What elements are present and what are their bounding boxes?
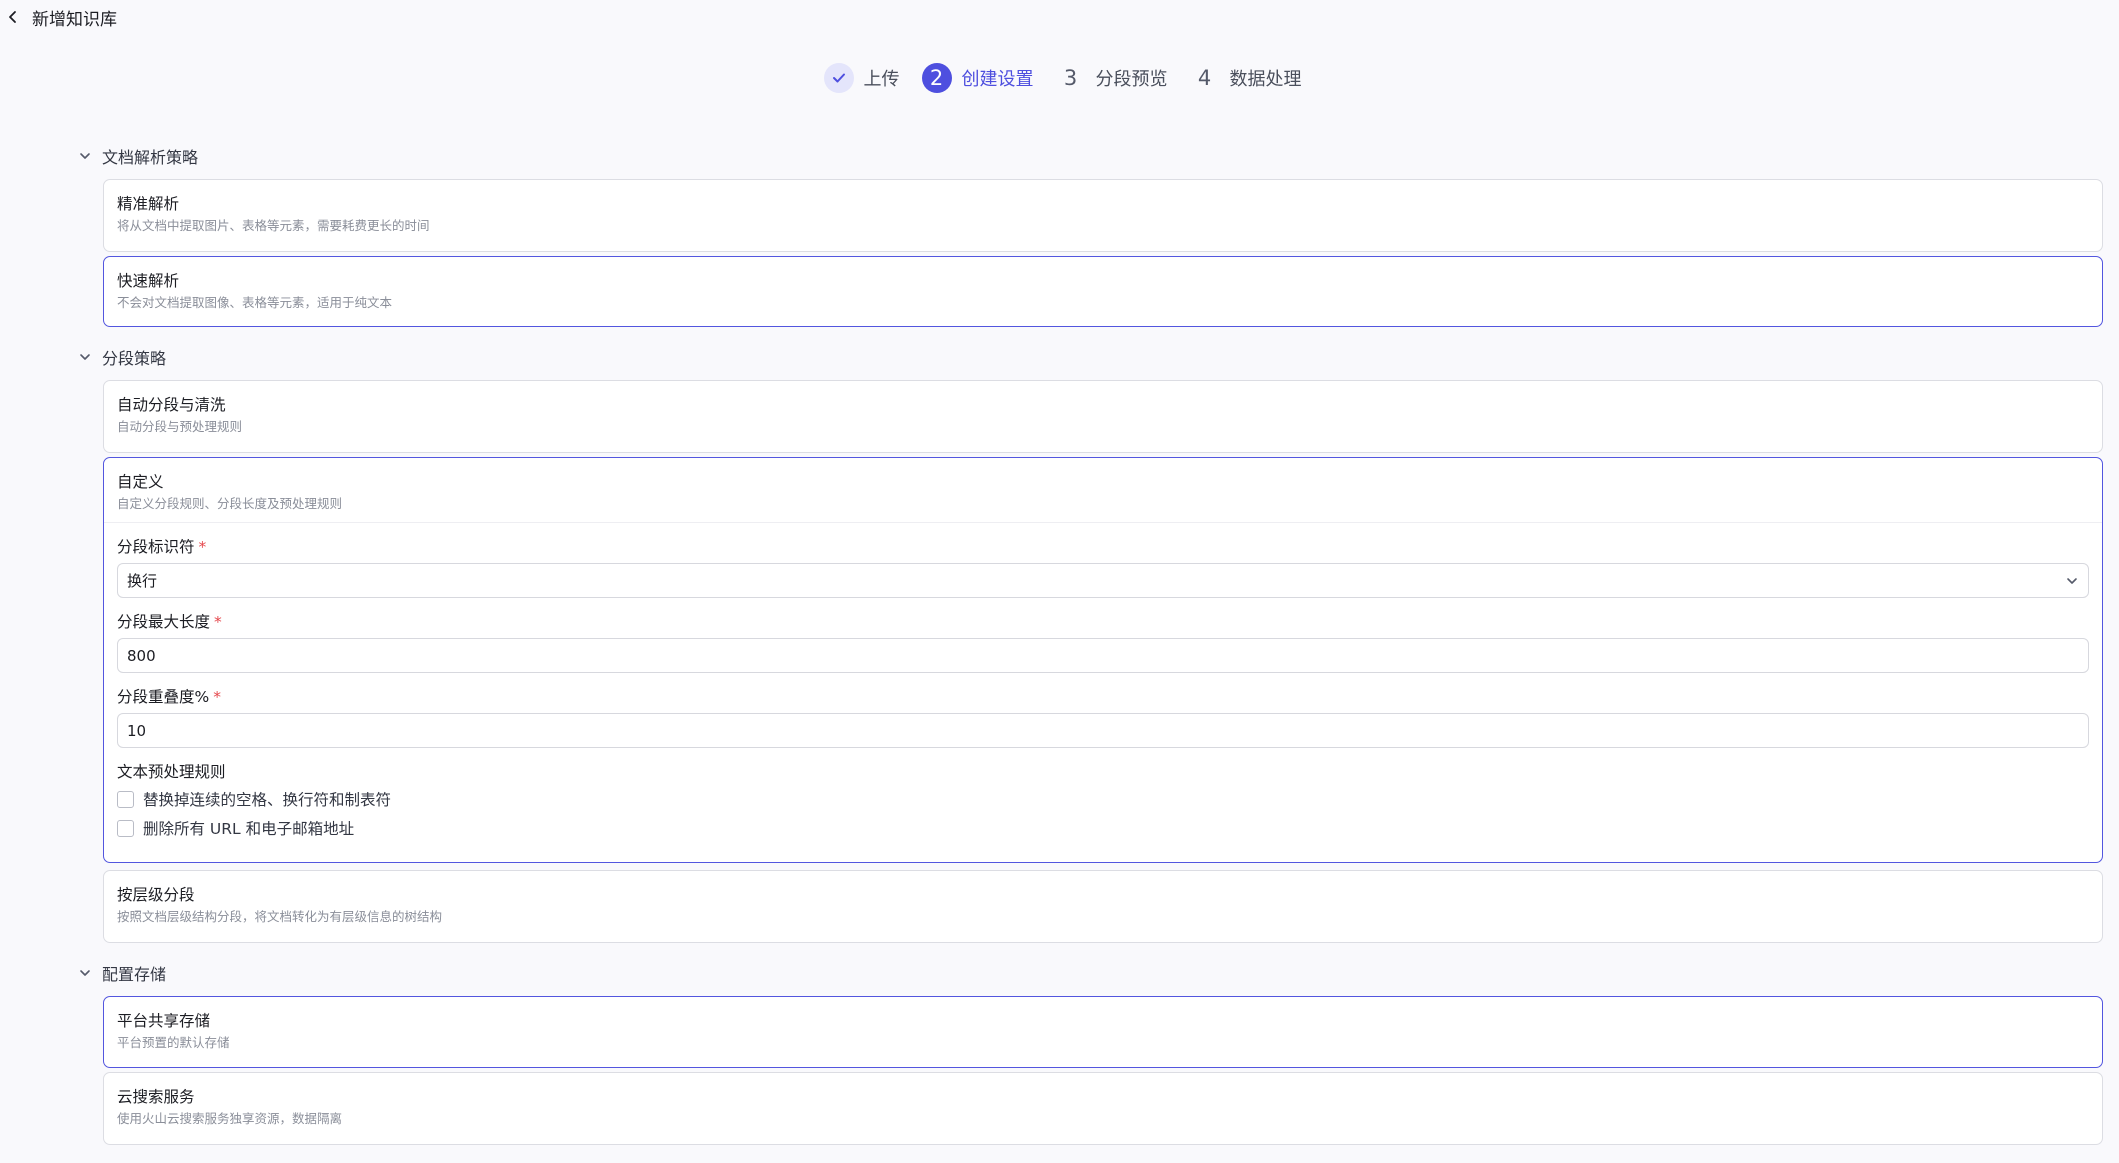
step-label: 数据处理 xyxy=(1229,69,1302,90)
checkbox-label: 替换掉连续的空格、换行符和制表符 xyxy=(143,791,392,809)
overlap-label: 分段重叠度% * xyxy=(117,687,2089,707)
step-create-settings[interactable]: 2 创建设置 xyxy=(921,63,1034,93)
option-custom-segment[interactable]: 自定义 自定义分段规则、分段长度及预处理规则 分段标识符 * 换行 分段最大长度 *… xyxy=(103,457,2103,863)
step-number: 2 xyxy=(921,63,952,93)
option-precise-parse[interactable]: 精准解析 将从文档中提取图片、表格等元素，需要耗费更长的时间 xyxy=(103,179,2103,252)
option-cloud-search[interactable]: 云搜索服务 使用火山云搜索服务独享资源，数据隔离 xyxy=(103,1072,2103,1145)
overlap-label-text: 分段重叠度% xyxy=(117,688,210,706)
option-fast-parse[interactable]: 快速解析 不会对文档提取图像、表格等元素，适用于纯文本 xyxy=(103,256,2103,327)
checkbox[interactable] xyxy=(117,790,134,808)
section-segment-strategy[interactable]: 分段策略 xyxy=(78,345,166,369)
page: 新增知识库 上传 2 创建设置 3 分段预览 4 数据处理 文档解析策略 精准解… xyxy=(0,0,2119,1163)
step-label: 分段预览 xyxy=(1095,69,1168,90)
identifier-label-text: 分段标识符 xyxy=(117,538,195,556)
step-upload[interactable]: 上传 xyxy=(823,63,900,93)
max-length-input[interactable]: 800 xyxy=(117,638,2089,673)
option-desc: 使用火山云搜索服务独享资源，数据隔离 xyxy=(117,1111,343,1126)
step-segment-preview[interactable]: 3 分段预览 xyxy=(1056,63,1168,93)
option-platform-storage[interactable]: 平台共享存储 平台预置的默认存储 xyxy=(103,996,2103,1068)
overlap-value: 10 xyxy=(127,721,147,740)
option-desc: 自动分段与预处理规则 xyxy=(117,419,243,434)
step-done-circle xyxy=(823,63,854,93)
page-title: 新增知识库 xyxy=(32,9,117,30)
header: 新增知识库 xyxy=(0,0,117,34)
max-length-label-text: 分段最大长度 xyxy=(117,613,211,631)
divider xyxy=(104,522,2102,523)
option-auto-segment[interactable]: 自动分段与清洗 自动分段与预处理规则 xyxy=(103,380,2103,453)
back-button[interactable] xyxy=(2,6,24,28)
option-title: 平台共享存储 xyxy=(117,1012,211,1030)
required-mark: * xyxy=(214,613,222,631)
checkbox[interactable] xyxy=(117,819,134,837)
steps-bar: 上传 2 创建设置 3 分段预览 4 数据处理 xyxy=(0,63,2119,93)
section-parse-strategy[interactable]: 文档解析策略 xyxy=(78,144,198,168)
option-title: 快速解析 xyxy=(117,272,180,290)
step-data-processing[interactable]: 4 数据处理 xyxy=(1190,63,1302,93)
preprocess-rule-remove-url[interactable]: 删除所有 URL 和电子邮箱地址 xyxy=(117,817,2089,839)
required-mark: * xyxy=(198,538,207,556)
checkbox-label: 删除所有 URL 和电子邮箱地址 xyxy=(143,820,355,838)
option-desc: 按照文档层级结构分段，将文档转化为有层级信息的树结构 xyxy=(117,909,443,924)
option-desc: 平台预置的默认存储 xyxy=(117,1035,230,1050)
section-storage[interactable]: 配置存储 xyxy=(78,961,166,985)
step-number: 4 xyxy=(1197,66,1212,90)
max-length-value: 800 xyxy=(127,646,156,665)
option-hierarchy-segment[interactable]: 按层级分段 按照文档层级结构分段，将文档转化为有层级信息的树结构 xyxy=(103,870,2103,943)
chevron-down-icon xyxy=(80,354,90,360)
section-title: 文档解析策略 xyxy=(102,148,199,167)
section-title: 分段策略 xyxy=(102,349,167,368)
preprocess-label: 文本预处理规则 xyxy=(117,763,226,781)
chevron-left-icon xyxy=(9,11,16,23)
option-desc: 不会对文档提取图像、表格等元素，适用于纯文本 xyxy=(117,295,393,310)
option-title: 精准解析 xyxy=(117,195,180,213)
check-icon xyxy=(832,73,845,83)
chevron-down-icon xyxy=(80,153,90,159)
step-number: 3 xyxy=(1063,66,1078,90)
identifier-select[interactable]: 换行 xyxy=(117,563,2089,598)
max-length-label: 分段最大长度 * xyxy=(117,612,2089,632)
step-label: 创建设置 xyxy=(961,69,1034,90)
chevron-down-icon xyxy=(80,970,90,976)
section-title: 配置存储 xyxy=(102,965,167,984)
required-mark: * xyxy=(213,688,221,706)
option-title: 自动分段与清洗 xyxy=(117,396,226,414)
identifier-label: 分段标识符 * xyxy=(117,537,2089,557)
option-title: 自定义 xyxy=(117,473,164,491)
option-title: 按层级分段 xyxy=(117,886,195,904)
step-label: 上传 xyxy=(863,69,900,90)
preprocess-rule-whitespace[interactable]: 替换掉连续的空格、换行符和制表符 xyxy=(117,788,2089,810)
identifier-value: 换行 xyxy=(127,572,158,590)
option-desc: 自定义分段规则、分段长度及预处理规则 xyxy=(117,496,343,511)
overlap-input[interactable]: 10 xyxy=(117,713,2089,748)
option-title: 云搜索服务 xyxy=(117,1088,195,1106)
chevron-down-icon xyxy=(2067,577,2077,584)
option-desc: 将从文档中提取图片、表格等元素，需要耗费更长的时间 xyxy=(117,218,430,233)
